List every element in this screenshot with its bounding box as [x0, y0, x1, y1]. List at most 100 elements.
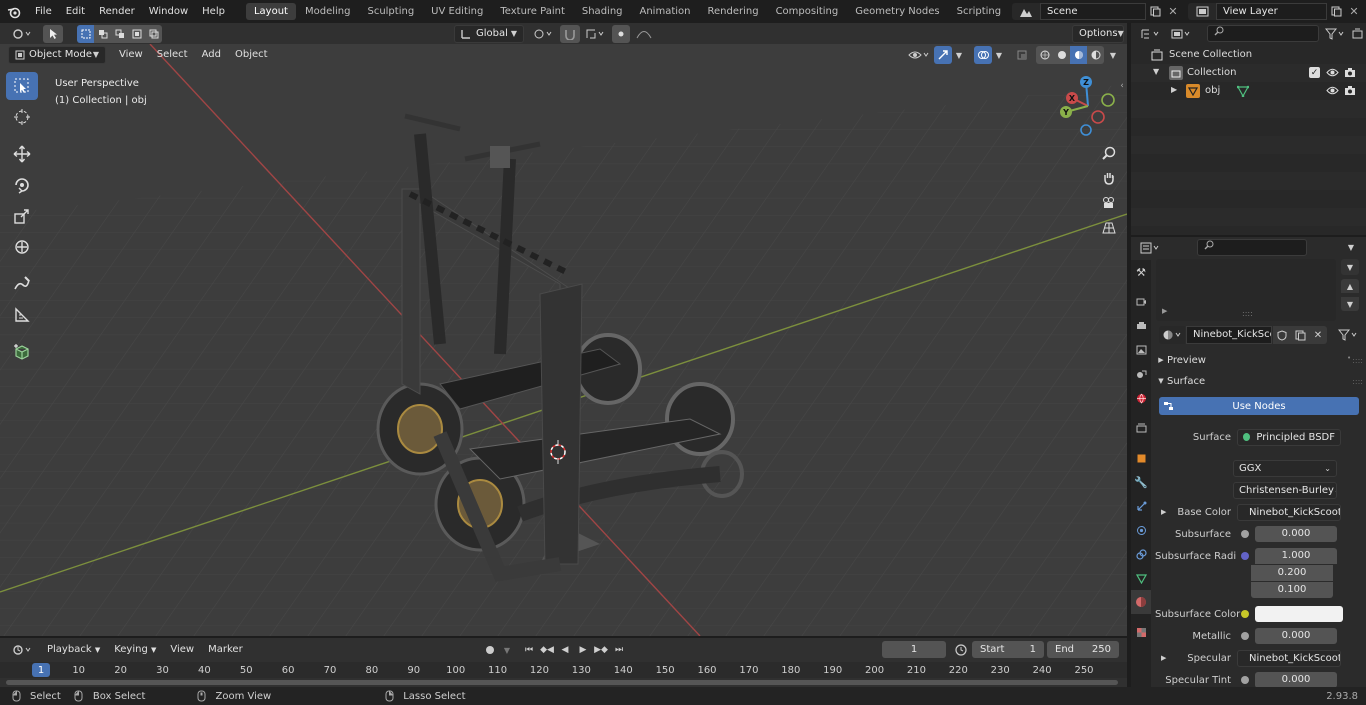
workspace-tab-scripting[interactable]: Scripting — [949, 3, 1009, 20]
select-tweak-icon[interactable] — [43, 25, 63, 43]
tab-render[interactable] — [1131, 290, 1151, 314]
viewport-menu-select[interactable]: Select — [150, 46, 195, 64]
outliner-row-obj[interactable]: ▶ obj — [1131, 82, 1366, 100]
end-frame-field[interactable]: End 250 — [1047, 641, 1119, 658]
workspace-tab-sculpting[interactable]: Sculpting — [359, 3, 422, 20]
workspace-tab-layout[interactable]: Layout — [245, 3, 296, 20]
snap-target-icon[interactable] — [582, 25, 608, 43]
tab-particles[interactable] — [1131, 494, 1151, 518]
outliner-editor-type-icon[interactable] — [1136, 25, 1164, 42]
tab-collection[interactable] — [1131, 416, 1151, 440]
tab-object-data[interactable] — [1131, 566, 1151, 590]
outliner-row-collection[interactable]: ▼ Collection ✓ — [1131, 64, 1366, 82]
gizmo-toggle-icon[interactable] — [934, 46, 952, 64]
pan-hand-icon[interactable] — [1098, 167, 1120, 189]
delete-scene-icon[interactable]: ✕ — [1164, 5, 1182, 18]
auto-keying-icon[interactable] — [482, 641, 498, 659]
object-mode-dropdown[interactable]: Object Mode ▼ — [8, 46, 106, 64]
proportional-edit-icon[interactable] — [612, 25, 630, 43]
gizmo-dropdown-icon[interactable]: ▼ — [952, 46, 966, 64]
timeline-menu-keying[interactable]: Keying ▼ — [107, 641, 163, 659]
tool-measure[interactable] — [6, 301, 38, 329]
menu-render[interactable]: Render — [92, 0, 142, 23]
tool-move[interactable] — [6, 140, 38, 168]
tool-select-box[interactable] — [6, 72, 38, 100]
pivot-point-icon[interactable] — [530, 25, 556, 43]
subsurface-radius-z-field[interactable]: 0.100 — [1251, 582, 1333, 598]
jump-to-keyframe-next-icon[interactable]: ▶◆ — [592, 641, 610, 659]
display-mode-icon[interactable] — [1167, 25, 1195, 42]
editor-type-icon[interactable] — [8, 25, 36, 42]
scene-name-field[interactable]: Scene — [1040, 3, 1146, 20]
workspace-tab-rendering[interactable]: Rendering — [699, 3, 766, 20]
menu-window[interactable]: Window — [142, 0, 195, 23]
tool-cursor[interactable] — [6, 103, 38, 131]
timeline-menu-view[interactable]: View — [163, 641, 201, 659]
metallic-value-field[interactable]: 0.000 — [1255, 628, 1337, 644]
tab-view-layer[interactable] — [1131, 338, 1151, 362]
object-eye-icon[interactable] — [1326, 85, 1339, 96]
shading-rendered-icon[interactable] — [1087, 46, 1104, 64]
viewport-menu-add[interactable]: Add — [195, 46, 228, 64]
material-slot-list[interactable]: ▶ :::: — [1156, 259, 1336, 321]
tab-tool[interactable]: ⚒ — [1131, 260, 1151, 284]
new-scene-icon[interactable] — [1146, 6, 1164, 17]
material-browse-icon[interactable] — [1159, 326, 1185, 344]
disable-render-camera-icon[interactable] — [1344, 67, 1356, 78]
scene-icon[interactable] — [1012, 3, 1040, 20]
exclude-checkbox-icon[interactable]: ✓ — [1309, 67, 1320, 78]
timeline-menu-playback[interactable]: Playback ▼ — [40, 641, 107, 659]
tab-scene[interactable] — [1131, 362, 1151, 386]
tool-transform[interactable] — [6, 233, 38, 261]
delete-view-layer-icon[interactable]: ✕ — [1345, 5, 1363, 18]
workspace-tab-modeling[interactable]: Modeling — [297, 3, 359, 20]
use-nodes-button[interactable]: Use Nodes — [1159, 397, 1359, 415]
shading-solid-icon[interactable] — [1053, 46, 1070, 64]
keying-dropdown-icon[interactable]: ▼ — [500, 641, 514, 659]
tab-modifiers[interactable]: 🔧 — [1131, 470, 1151, 494]
mode-intersect-selection-icon[interactable] — [145, 25, 162, 43]
jump-to-keyframe-prev-icon[interactable]: ◆◀ — [538, 641, 556, 659]
resize-handle-icon[interactable]: :::: — [1242, 309, 1253, 318]
play-reverse-icon[interactable]: ◀ — [556, 641, 574, 659]
tab-constraints[interactable] — [1131, 542, 1151, 566]
menu-help[interactable]: Help — [195, 0, 232, 23]
3d-viewport[interactable] — [0, 44, 1127, 636]
surface-shader-field[interactable]: Principled BSDF — [1237, 428, 1341, 446]
drag-handle-icon[interactable]: :::: — [1352, 356, 1363, 365]
frame-ruler[interactable]: 1 10 20 30 40 50 60 70 80 90 100 110 120 130 140 150 160… — [0, 662, 1127, 678]
new-view-layer-icon[interactable] — [1327, 6, 1345, 17]
workspace-tab-texture-paint[interactable]: Texture Paint — [492, 3, 573, 20]
navigation-gizmo[interactable]: Z X Y — [1056, 74, 1120, 138]
play-icon[interactable]: ▶ — [574, 641, 592, 659]
transform-orientation-dropdown[interactable]: Global ▼ — [454, 25, 524, 43]
timeline-editor-type-icon[interactable] — [8, 641, 36, 658]
slot-specials-chevron-icon[interactable]: ▼ — [1341, 259, 1359, 275]
sidebar-toggle-chevron-icon[interactable]: ‹ — [1117, 80, 1127, 92]
distribution-dropdown[interactable]: GGX ⌄ — [1233, 459, 1337, 477]
tab-material[interactable] — [1131, 590, 1151, 614]
mode-subtract-selection-icon[interactable] — [111, 25, 128, 43]
expand-slot-list-icon[interactable]: ▶ — [1162, 307, 1167, 315]
outliner-row-scene-collection[interactable]: Scene Collection — [1131, 46, 1366, 64]
workspace-tab-uv-editing[interactable]: UV Editing — [423, 3, 491, 20]
zoom-icon[interactable] — [1098, 142, 1120, 164]
perspective-toggle-icon[interactable] — [1098, 217, 1120, 239]
prop-animate-dot[interactable]: • — [1347, 354, 1351, 362]
new-collection-icon[interactable] — [1349, 25, 1365, 42]
base-color-texture-field[interactable]: Ninebot_KickScooter... — [1237, 503, 1341, 521]
expand-input-arrow-icon[interactable]: ▶ — [1161, 654, 1166, 662]
workspace-tab-compositing[interactable]: Compositing — [768, 3, 847, 20]
timeline-scrollbar[interactable] — [6, 680, 1118, 685]
material-name-field[interactable]: Ninebot_KickScoo... — [1186, 326, 1272, 344]
subsurface-radius-y-field[interactable]: 0.200 — [1251, 565, 1333, 581]
unlink-material-icon[interactable]: ✕ — [1309, 326, 1327, 344]
jump-to-end-icon[interactable]: ⏭ — [610, 641, 628, 659]
mode-invert-selection-icon[interactable] — [128, 25, 145, 43]
workspace-tab-animation[interactable]: Animation — [632, 3, 699, 20]
tab-object[interactable] — [1131, 446, 1151, 470]
workspace-tab-shading[interactable]: Shading — [574, 3, 631, 20]
specular-tint-value-field[interactable]: 0.000 — [1255, 672, 1337, 688]
tool-scale[interactable] — [6, 202, 38, 230]
view-layer-icon[interactable] — [1188, 3, 1216, 20]
